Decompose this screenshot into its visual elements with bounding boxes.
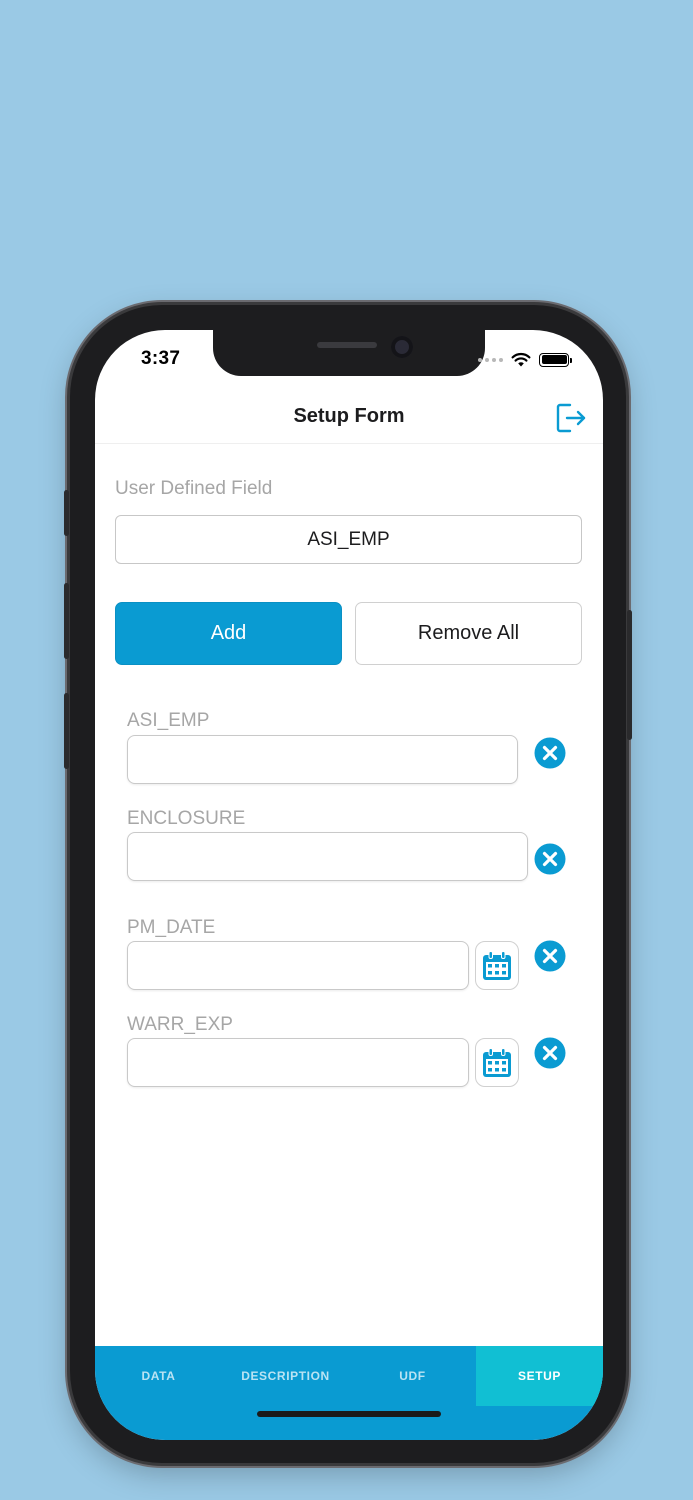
pm-date-calendar-button[interactable] — [475, 941, 519, 990]
tab-bar: DATA DESCRIPTION UDF SETUP — [95, 1346, 603, 1440]
earpiece-speaker — [317, 342, 377, 348]
screen: 3:37 Setup Form User Defined Field ASI_E… — [95, 330, 603, 1440]
cellular-signal-icon — [478, 357, 503, 362]
page-title: Setup Form — [293, 405, 405, 427]
field-input-asi-emp[interactable] — [127, 735, 518, 784]
close-circle-icon — [534, 1037, 566, 1069]
remove-all-button[interactable]: Remove All — [355, 602, 582, 665]
close-circle-icon — [534, 737, 566, 769]
udf-input[interactable] — [115, 515, 582, 564]
field-input-enclosure[interactable] — [127, 832, 528, 881]
front-camera — [391, 336, 413, 358]
volume-down-button — [64, 693, 69, 769]
field-label-asi-emp: ASI_EMP — [127, 710, 210, 731]
calendar-icon — [483, 1047, 511, 1077]
calendar-icon — [483, 950, 511, 980]
home-indicator — [257, 1411, 441, 1417]
tab-udf[interactable]: UDF — [349, 1346, 476, 1406]
wifi-icon — [511, 352, 531, 367]
close-circle-icon — [534, 940, 566, 972]
remove-field-pm-date-button[interactable] — [534, 940, 566, 972]
navigation-bar: Setup Form — [95, 392, 603, 444]
logout-button[interactable] — [553, 400, 589, 436]
power-button — [627, 610, 632, 740]
add-button[interactable]: Add — [115, 602, 342, 665]
silent-switch — [64, 490, 69, 536]
phone-frame: 3:37 Setup Form User Defined Field ASI_E… — [64, 305, 632, 1463]
notch — [213, 330, 485, 376]
field-label-enclosure: ENCLOSURE — [127, 808, 246, 829]
field-input-pm-date[interactable] — [127, 941, 469, 990]
battery-icon — [539, 352, 572, 367]
remove-field-enclosure-button[interactable] — [534, 843, 566, 875]
status-time: 3:37 — [141, 348, 181, 369]
volume-up-button — [64, 583, 69, 659]
tab-setup[interactable]: SETUP — [476, 1346, 603, 1406]
warr-exp-calendar-button[interactable] — [475, 1038, 519, 1087]
udf-label: User Defined Field — [115, 478, 273, 499]
field-label-pm-date: PM_DATE — [127, 917, 216, 938]
tab-description[interactable]: DESCRIPTION — [222, 1346, 349, 1406]
close-circle-icon — [534, 843, 566, 875]
tab-data[interactable]: DATA — [95, 1346, 222, 1406]
remove-field-asi-emp-button[interactable] — [534, 737, 566, 769]
remove-field-warr-exp-button[interactable] — [534, 1037, 566, 1069]
field-input-warr-exp[interactable] — [127, 1038, 469, 1087]
status-icons — [478, 352, 572, 367]
logout-icon — [556, 403, 586, 433]
field-label-warr-exp: WARR_EXP — [127, 1014, 233, 1035]
